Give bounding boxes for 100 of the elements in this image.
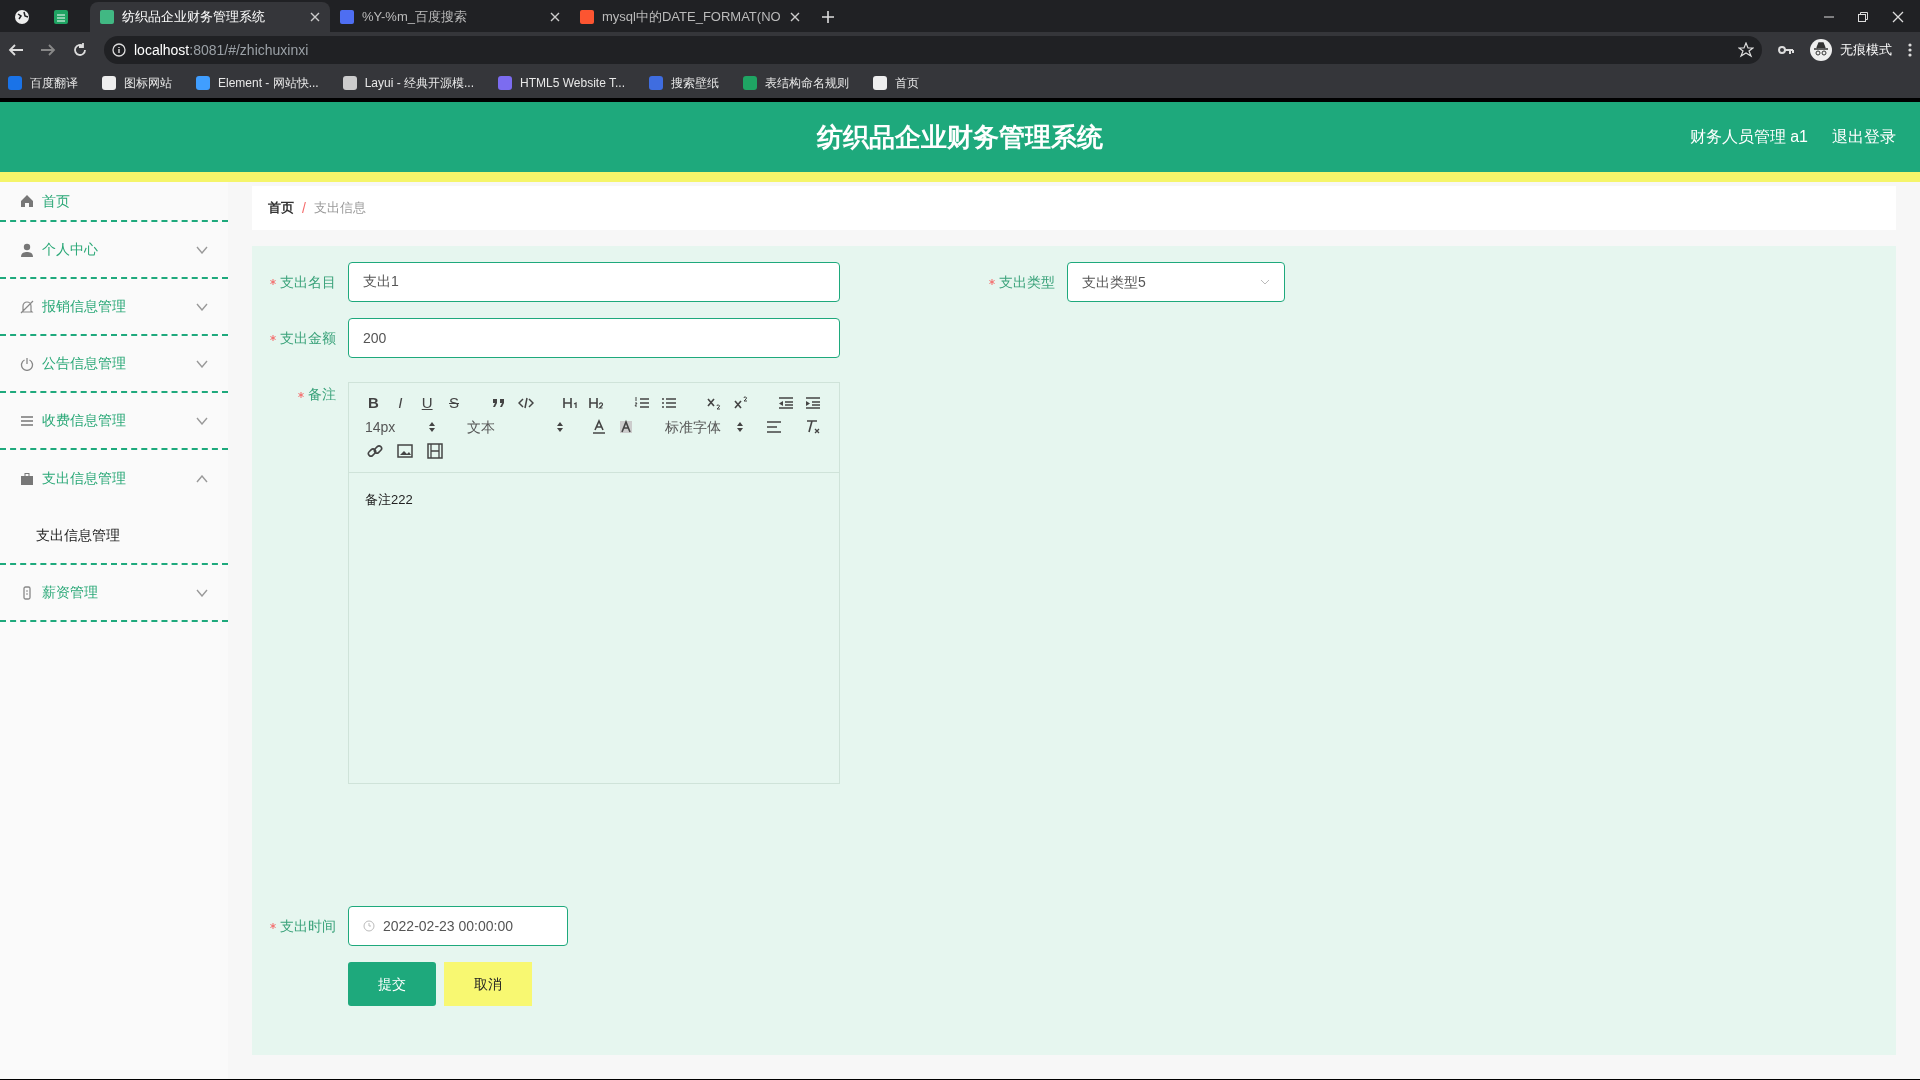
browser-tab[interactable]: mysql中的DATE_FORMAT(NO [570,2,810,32]
close-icon[interactable] [310,12,320,22]
required-icon [270,279,276,285]
info-icon [112,43,126,57]
heading-two-icon[interactable] [589,395,606,411]
field-label: 支出类型 [999,272,1055,292]
toolbar-select[interactable]: 文本 [462,416,567,438]
cancel-button[interactable]: 取消 [444,962,532,1006]
breadcrumb-separator: / [302,198,306,218]
clear-format-icon[interactable] [804,419,821,435]
required-icon [270,923,276,929]
bookmark-favicon-icon [873,76,887,90]
bookmark-favicon-icon [498,76,513,90]
close-icon[interactable] [550,12,560,22]
sort-caret-icon [737,422,744,432]
required-icon [298,391,304,398]
bookmark-link[interactable]: 首页 [873,74,919,92]
format-button[interactable]: U [414,392,440,414]
url-text: localhost:8081/#/zhichuxinxi [134,40,310,60]
superscript-icon[interactable] [732,395,749,411]
align-icon[interactable] [765,419,782,435]
sort-caret-icon [556,422,563,432]
ordered-list-icon[interactable] [634,395,651,411]
briefcase-icon [20,471,34,486]
chevron-down-icon [1260,279,1270,285]
editor-text: 备注222 [365,491,413,509]
bookmark-link[interactable]: 表结构命名规则 [743,74,849,92]
tab-title: mysql中的DATE_FORMAT(NO [602,8,782,27]
browser-tab[interactable]: %Y-%m_百度搜索 [330,2,570,32]
user-icon [20,242,34,257]
clock-icon [363,920,375,932]
format-button[interactable]: S [441,392,467,414]
breadcrumb-current: 支出信息 [313,199,366,218]
power-icon [20,356,34,371]
breadcrumb-link[interactable]: 首页 [268,198,294,218]
browser-tab[interactable]: 纺织品企业财务管理系统 [90,2,330,32]
bookmark-link[interactable]: HTML5 Website T... [498,74,625,92]
forward-icon[interactable] [40,42,56,58]
editor-area[interactable]: 备注222 [349,473,839,783]
bookmark-favicon-icon [8,76,22,90]
list-icon [20,413,34,428]
format-button[interactable]: B [361,392,386,414]
bookmark-link[interactable]: 百度翻译 [8,74,78,92]
field-label: 支出时间 [280,916,336,936]
film-icon[interactable] [427,443,443,459]
bookmark-link[interactable]: 图标网站 [102,74,172,92]
required-icon [989,279,995,285]
incognito-icon[interactable] [1810,39,1832,61]
close-icon[interactable] [1892,11,1904,23]
more-icon[interactable] [1908,43,1912,57]
tab-favicon-icon [580,10,594,24]
bookmark-favicon-icon [649,76,663,90]
bookmark-favicon-icon [342,76,357,90]
sheet-icon [54,10,68,24]
required-icon [270,335,276,341]
tab-title: 纺织品企业财务管理系统 [122,8,266,27]
key-icon[interactable] [1778,44,1794,56]
home-icon [20,194,34,208]
toolbar-select[interactable]: 14px [361,416,439,438]
input-field[interactable]: 支出1 [348,262,840,302]
new-tab-icon[interactable] [822,11,834,23]
outdent-icon[interactable] [777,395,794,411]
bookmark-link[interactable]: Element - 网站快... [196,74,319,92]
field-label: 支出名目 [280,272,336,292]
field-label: 备注 [308,385,336,404]
background-color-icon[interactable] [618,419,635,435]
back-icon[interactable] [8,42,24,58]
bookmark-favicon-icon [196,76,210,90]
select-field[interactable]: 支出类型5 [1067,262,1285,302]
sidebar-subitem[interactable]: 支出信息管理 [36,524,120,546]
sort-caret-icon [428,422,435,432]
address-bar[interactable]: localhost:8081/#/zhichuxinxi [104,36,1762,64]
input-field[interactable]: 200 [348,318,840,358]
bell-icon [20,299,34,314]
globe-icon [14,9,30,25]
format-button[interactable]: I [387,392,413,414]
field-label: 支出金额 [280,328,336,348]
bookmark-favicon-icon [102,76,116,90]
bullet-list-icon[interactable] [661,395,678,411]
reload-icon[interactable] [72,42,88,58]
close-icon[interactable] [790,12,800,22]
restore-icon[interactable] [1858,12,1868,22]
profile-label: 无痕模式 [1840,41,1892,60]
text-color-icon[interactable] [591,419,608,435]
indent-icon[interactable] [804,395,821,411]
tab-favicon-icon [340,10,354,24]
mobile-icon [20,585,34,600]
code-icon[interactable] [517,395,534,411]
tab-title: %Y-%m_百度搜索 [362,8,468,27]
heading-one-icon[interactable] [562,395,579,411]
image-icon[interactable] [397,443,413,459]
toolbar-select[interactable]: 标准字体 [660,416,748,438]
app-title: 纺织品企业财务管理系统 [817,120,1103,154]
bookmark-link[interactable]: Layui - 经典开源模... [342,74,475,92]
user-name: 财务人员管理 a1 [1689,127,1808,147]
date-field[interactable]: 2022-02-23 00:00:00 [348,906,568,946]
bookmark-link[interactable]: 搜索壁纸 [649,74,719,92]
link-icon[interactable] [367,443,383,459]
star-icon[interactable] [1738,42,1754,58]
bookmark-favicon-icon [743,76,757,90]
